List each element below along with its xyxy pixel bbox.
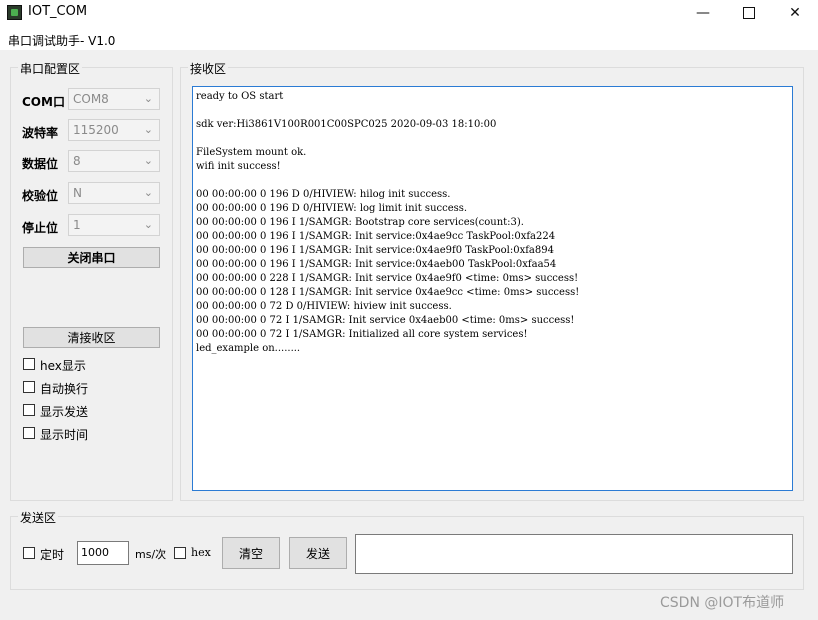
show-time-label: 显示时间 (40, 428, 89, 442)
chevron-down-icon: ⌄ (143, 92, 153, 105)
show-send-checkbox[interactable] (23, 404, 35, 416)
timer-checkbox[interactable] (23, 547, 35, 559)
chevron-down-icon: ⌄ (143, 123, 153, 136)
hex-send-checkbox[interactable] (174, 547, 186, 559)
auto-wrap-label: 自动换行 (40, 382, 89, 396)
receive-label: 接收区 (188, 60, 229, 77)
stop-bits-label: 停止位 (22, 221, 59, 235)
close-icon: ✕ (789, 5, 801, 21)
serial-config-label: 串口配置区 (18, 60, 83, 77)
watermark: CSDN @IOT布道师 (660, 595, 785, 611)
window-title: IOT_COM (28, 4, 88, 19)
send-button[interactable]: 发送 (289, 537, 347, 569)
baud-rate-label: 波特率 (22, 126, 59, 140)
parity-select[interactable]: N ⌄ (68, 182, 160, 204)
stop-bits-select[interactable]: 1 ⌄ (68, 214, 160, 236)
com-port-value: COM8 (73, 92, 109, 106)
data-bits-value: 8 (73, 154, 81, 168)
parity-value: N (73, 186, 82, 200)
app-icon (7, 5, 22, 20)
close-port-button[interactable]: 关闭串口 (23, 247, 160, 268)
com-port-label: COM口 (22, 95, 65, 109)
maximize-button[interactable] (726, 0, 772, 26)
clear-receive-button[interactable]: 清接收区 (23, 327, 160, 348)
hex-display-checkbox[interactable] (23, 358, 35, 370)
baud-rate-select[interactable]: 115200 ⌄ (68, 119, 160, 141)
com-port-select[interactable]: COM8 ⌄ (68, 88, 160, 110)
close-button[interactable]: ✕ (772, 0, 818, 26)
hex-display-label: hex显示 (40, 359, 86, 373)
receive-textarea[interactable]: ready to OS start sdk ver:Hi3861V100R001… (192, 86, 793, 491)
send-label: 发送区 (18, 509, 59, 526)
clear-send-button[interactable]: 清空 (222, 537, 280, 569)
chevron-down-icon: ⌄ (143, 218, 153, 231)
minimize-icon: — (696, 5, 710, 21)
auto-wrap-checkbox[interactable] (23, 381, 35, 393)
data-bits-label: 数据位 (22, 157, 59, 171)
baud-rate-value: 115200 (73, 123, 119, 137)
maximize-icon (743, 7, 755, 19)
show-time-checkbox[interactable] (23, 427, 35, 439)
data-bits-select[interactable]: 8 ⌄ (68, 150, 160, 172)
stop-bits-value: 1 (73, 218, 81, 232)
minimize-button[interactable]: — (680, 0, 726, 26)
timer-label: 定时 (40, 548, 65, 562)
send-input[interactable] (355, 534, 793, 574)
hex-send-label: hex (191, 546, 211, 559)
chevron-down-icon: ⌄ (143, 154, 153, 167)
chevron-down-icon: ⌄ (143, 186, 153, 199)
parity-label: 校验位 (22, 189, 59, 203)
app-subtitle: 串口调试助手- V1.0 (8, 34, 116, 48)
show-send-label: 显示发送 (40, 405, 89, 419)
interval-input[interactable]: 1000 (77, 541, 129, 565)
interval-unit-label: ms/次 (135, 548, 167, 561)
